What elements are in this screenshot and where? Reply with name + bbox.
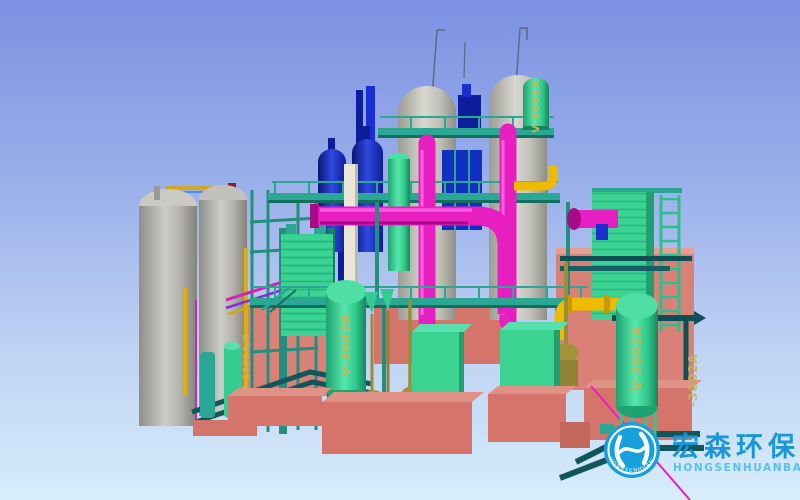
tag-v3002a: V-3002A <box>629 325 644 390</box>
tag-pump-3001ab: P-3001A/B <box>242 333 252 391</box>
tag-v3002b: V-3002B <box>339 314 353 377</box>
drum-v3001a: V-3001A <box>523 78 549 133</box>
logo-name-zh: 宏森环保 <box>672 431 800 463</box>
plant-3d-render: V-3001A <box>0 0 800 500</box>
tag-ghost-3002a: -3002A <box>686 353 700 407</box>
logo-name-en: HONGSENHUANBAO <box>673 462 800 474</box>
tank-left <box>139 206 197 426</box>
plant-scene-svg: V-3001A <box>0 0 800 500</box>
tag-v3001a: V-3001A <box>531 79 542 133</box>
ladder-right <box>661 195 679 332</box>
